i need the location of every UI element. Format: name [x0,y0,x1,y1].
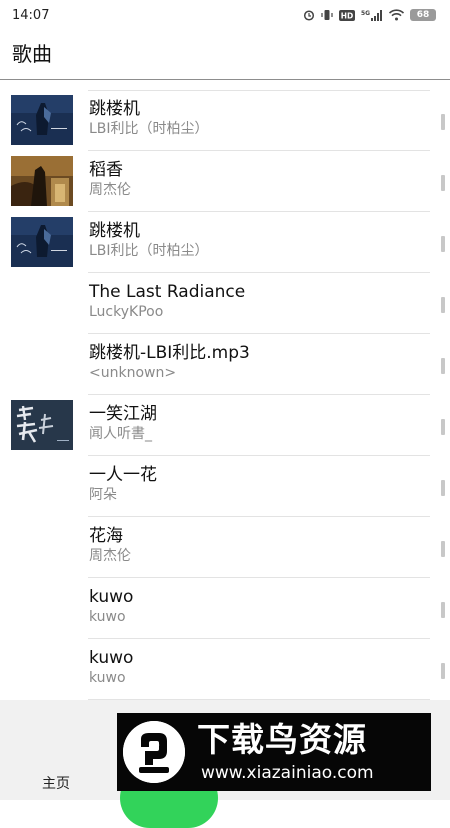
status-icons: HD 5G 68 [303,9,436,22]
album-cover [11,156,73,206]
wifi-icon [389,9,404,21]
list-item[interactable]: The Last Radiance LuckyKPoo [0,273,450,334]
drag-handle-icon[interactable] [441,419,445,435]
drag-handle-icon[interactable] [441,480,445,496]
song-title: kuwo [89,648,134,668]
song-artist: kuwo [89,609,126,625]
song-artist: 周杰伦 [89,548,131,564]
list-item[interactable]: 跳楼机-LBI利比.mp3 <unknown> [0,334,450,395]
alarm-icon [303,9,315,21]
song-title: 稻香 [89,160,123,180]
list-item[interactable]: 一人一花 阿朵 [0,456,450,517]
page-title: 歌曲 [12,42,52,66]
bird-logo-icon [123,721,185,783]
song-artist: 闻人听書_ [89,426,152,442]
song-title: 跳楼机 [89,99,140,119]
album-cover [11,400,73,450]
list-item[interactable]: 跳楼机 LBI利比（时柏尘） [0,212,450,273]
song-text: kuwo kuwo [89,586,133,626]
song-title: 一笑江湖 [89,404,157,424]
song-artist: kuwo [89,670,126,686]
song-artist: <unknown> [89,365,177,381]
watermark-banner: 下载鸟资源 www.xiazainiao.com [117,713,431,791]
song-title: kuwo [89,587,134,607]
hd-icon: HD [339,9,355,21]
song-text: 跳楼机 LBI利比（时柏尘） [89,220,209,260]
battery-icon: 68 [410,9,436,21]
song-text: 一人一花 阿朵 [89,464,157,504]
drag-handle-icon[interactable] [441,175,445,191]
album-cover [11,217,73,267]
drag-handle-icon[interactable] [441,114,445,130]
vibrate-icon [321,9,333,21]
song-text: kuwo kuwo [89,647,133,687]
song-title: 一人一花 [89,465,157,485]
watermark-url: www.xiazainiao.com [201,763,374,783]
song-text: 稻香 周杰伦 [89,159,131,199]
song-artist: 阿朵 [89,487,117,503]
song-text: 跳楼机 LBI利比（时柏尘） [89,98,209,138]
song-text: The Last Radiance LuckyKPoo [89,281,245,321]
list-item[interactable]: 跳楼机 LBI利比（时柏尘） [0,90,450,151]
list-item[interactable]: 稻香 周杰伦 [0,151,450,212]
list-item[interactable]: kuwo kuwo [0,639,450,700]
status-time: 14:07 [12,7,50,23]
list-item[interactable]: 花海 周杰伦 [0,517,450,578]
song-artist: LBI利比（时柏尘） [89,243,209,259]
list-item[interactable]: 一笑江湖 闻人听書_ [0,395,450,456]
status-bar: 14:07 HD 5G 68 [0,0,450,30]
svg-text:5G: 5G [361,10,370,17]
drag-handle-icon[interactable] [441,297,445,313]
song-artist: LBI利比（时柏尘） [89,121,209,137]
song-title: 跳楼机-LBI利比.mp3 [89,343,250,363]
album-cover [11,95,73,145]
song-title: The Last Radiance [89,282,246,302]
song-list[interactable]: 跳楼机 LBI利比（时柏尘） 稻香 周杰伦 跳楼机 LBI利比（时柏尘） The… [0,90,450,700]
song-text: 花海 周杰伦 [89,525,131,565]
drag-handle-icon[interactable] [441,358,445,374]
drag-handle-icon[interactable] [441,541,445,557]
song-artist: LuckyKPoo [89,304,164,320]
song-title: 花海 [89,526,123,546]
song-text: 一笑江湖 闻人听書_ [89,403,157,443]
drag-handle-icon[interactable] [441,602,445,618]
watermark-title: 下载鸟资源 [197,720,367,759]
song-text: 跳楼机-LBI利比.mp3 <unknown> [89,342,250,382]
list-item[interactable]: kuwo kuwo [0,578,450,639]
song-title: 跳楼机 [89,221,140,241]
drag-handle-icon[interactable] [441,236,445,252]
header-divider [0,79,450,80]
svg-text:HD: HD [341,11,354,20]
5g-signal-icon: 5G [361,9,383,22]
nav-home-tab[interactable]: 主页 [42,773,70,793]
song-artist: 周杰伦 [89,182,131,198]
drag-handle-icon[interactable] [441,663,445,679]
